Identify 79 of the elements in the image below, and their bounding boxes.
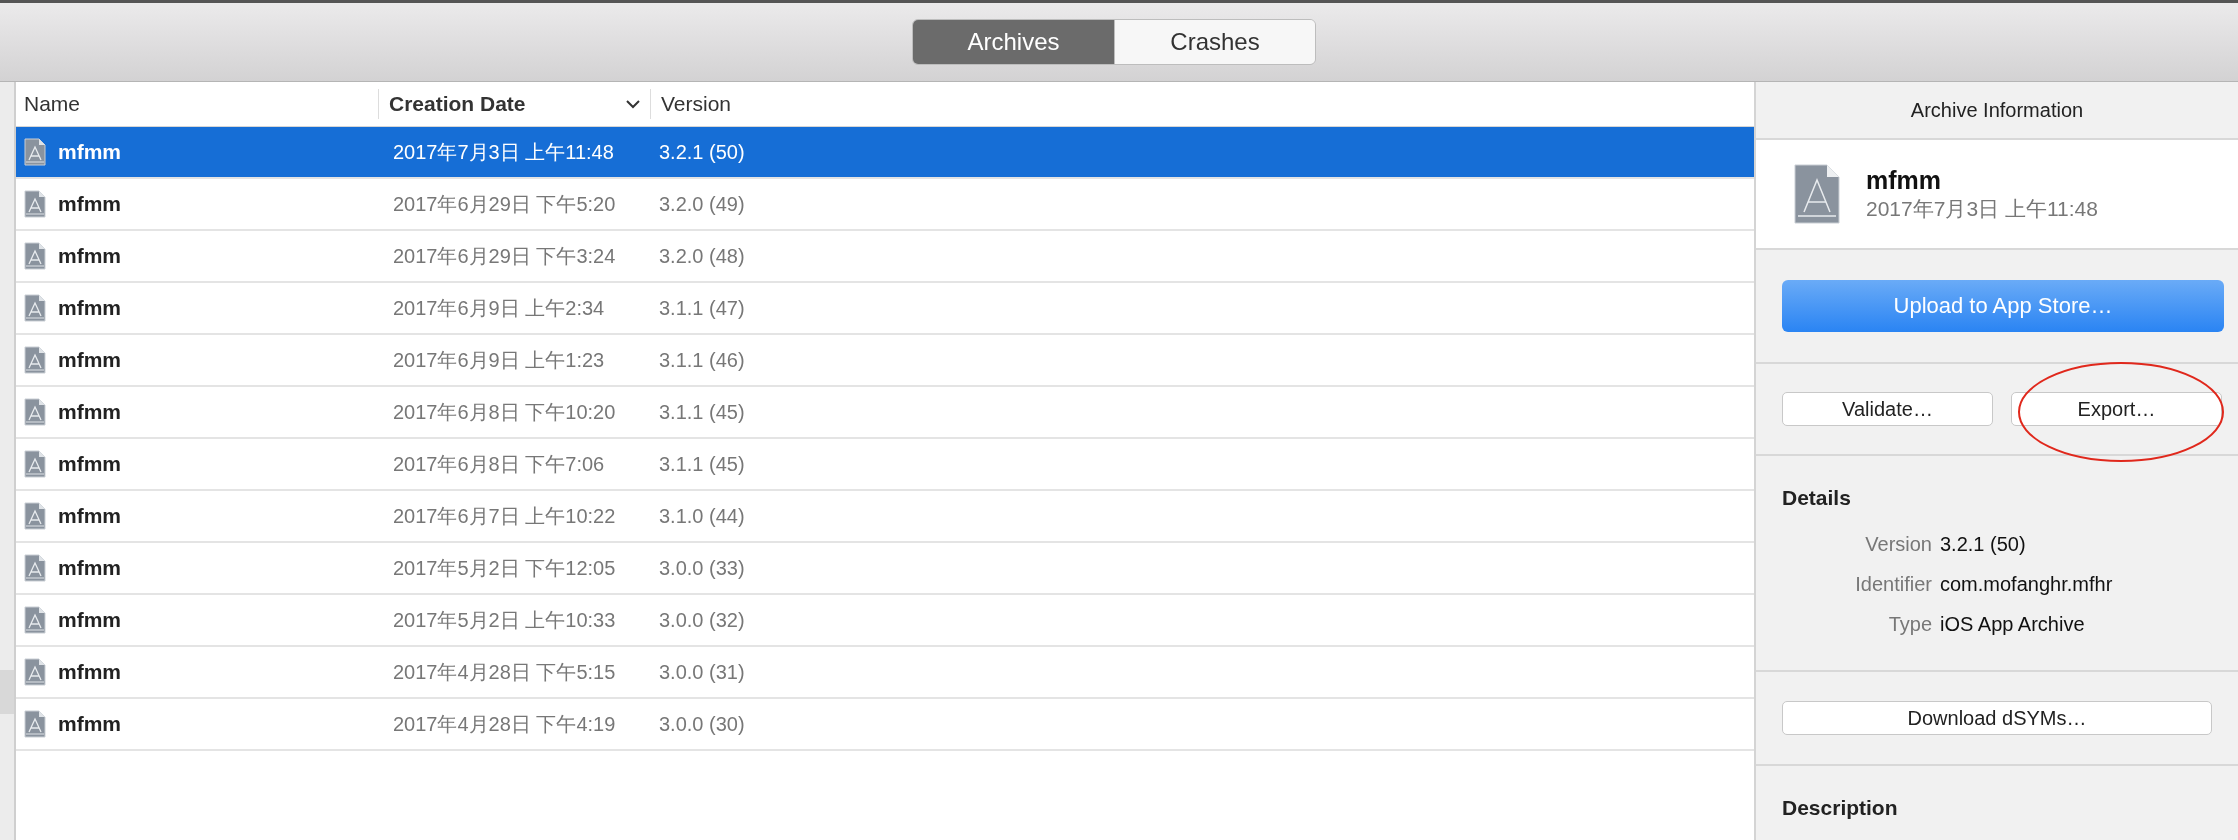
- validate-button[interactable]: Validate…: [1782, 392, 1993, 426]
- archive-file-icon: [24, 398, 46, 426]
- archive-file-icon: [24, 450, 46, 478]
- version-text: 3.1.0 (44): [659, 504, 745, 528]
- table-row[interactable]: mfmm 2017年5月2日 下午12:05 3.0.0 (33): [16, 543, 1754, 595]
- archive-name: mfmm: [58, 556, 121, 580]
- section-heading: Details: [1782, 486, 1852, 510]
- archive-file-icon: [24, 606, 46, 634]
- version-text: 3.1.1 (45): [659, 400, 745, 424]
- detail-label: Identifier: [1854, 572, 1932, 596]
- archive-name: mfmm: [58, 452, 121, 476]
- table-row[interactable]: mfmm 2017年4月28日 下午4:19 3.0.0 (30): [16, 699, 1754, 751]
- archive-name: mfmm: [58, 660, 121, 684]
- version-text: 3.2.0 (49): [659, 192, 745, 216]
- table-row[interactable]: mfmm 2017年6月8日 下午10:20 3.1.1 (45): [16, 387, 1754, 439]
- creation-date: 2017年5月2日 下午12:05: [393, 555, 616, 581]
- download-dsyms-button[interactable]: Download dSYMs…: [1782, 701, 2212, 735]
- table-row[interactable]: mfmm 2017年6月7日 上午10:22 3.1.0 (44): [16, 491, 1754, 543]
- archive-name: mfmm: [58, 192, 121, 216]
- creation-date: 2017年4月28日 下午5:15: [393, 659, 616, 685]
- table-row[interactable]: mfmm 2017年6月9日 上午2:34 3.1.1 (47): [16, 283, 1754, 335]
- archive-name: mfmm: [58, 608, 121, 632]
- creation-date: 2017年6月8日 下午7:06: [393, 451, 605, 477]
- version-text: 3.0.0 (32): [659, 608, 745, 632]
- version-text: 3.1.1 (46): [659, 348, 745, 372]
- version-text: 3.0.0 (30): [659, 712, 745, 736]
- archive-name: mfmm: [58, 244, 121, 268]
- archive-file-icon: [24, 242, 46, 270]
- version-text: 3.2.1 (50): [659, 140, 745, 164]
- version-text: 3.0.0 (33): [659, 556, 745, 580]
- archive-file-icon: [24, 294, 46, 322]
- archive-file-icon: [24, 658, 46, 686]
- table-row[interactable]: mfmm 2017年6月9日 上午1:23 3.1.1 (46): [16, 335, 1754, 387]
- detail-value: com.mofanghr.mfhr: [1940, 572, 2113, 596]
- archive-file-icon: [24, 554, 46, 582]
- export-button[interactable]: Export…: [2011, 392, 2222, 426]
- archive-name: mfmm: [58, 348, 121, 372]
- table-row[interactable]: mfmm 2017年4月28日 下午5:15 3.0.0 (31): [16, 647, 1754, 699]
- creation-date: 2017年6月9日 上午2:34: [393, 295, 605, 321]
- version-text: 3.0.0 (31): [659, 660, 745, 684]
- creation-date: 2017年7月3日 上午11:48: [393, 139, 614, 165]
- table-row[interactable]: mfmm 2017年7月3日 上午11:48 3.2.1 (50): [16, 127, 1754, 179]
- creation-date: 2017年6月7日 上午10:22: [393, 503, 616, 529]
- archive-name: mfmm: [58, 712, 121, 736]
- archive-file-icon: [24, 138, 46, 166]
- archive-file-icon: [24, 346, 46, 374]
- creation-date: 2017年6月29日 下午5:20: [393, 191, 616, 217]
- creation-date: 2017年5月2日 上午10:33: [393, 607, 616, 633]
- archive-file-icon: [24, 502, 46, 530]
- tab[interactable]: Archives: [913, 20, 1114, 64]
- archive-name: mfmm: [58, 140, 121, 164]
- table-row[interactable]: mfmm 2017年6月8日 下午7:06 3.1.1 (45): [16, 439, 1754, 491]
- table-row[interactable]: mfmm 2017年6月29日 下午5:20 3.2.0 (49): [16, 179, 1754, 231]
- version-text: 3.1.1 (47): [659, 296, 745, 320]
- archive-file-icon: [24, 710, 46, 738]
- section-heading: Description: [1782, 796, 1899, 820]
- detail-label: Type: [1887, 612, 1932, 636]
- table-row[interactable]: mfmm 2017年6月29日 下午3:24 3.2.0 (48): [16, 231, 1754, 283]
- archive-name: mfmm: [58, 504, 121, 528]
- creation-date: 2017年6月8日 下午10:20: [393, 399, 616, 425]
- column-header[interactable]: Creation Date: [379, 89, 651, 119]
- archive-file-icon: [24, 190, 46, 218]
- column-header[interactable]: Name: [16, 89, 379, 119]
- archive-date: 2017年7月3日 上午11:48: [1866, 195, 2098, 222]
- creation-date: 2017年4月28日 下午4:19: [393, 711, 616, 737]
- detail-value: 3.2.1 (50): [1940, 532, 2026, 556]
- archive-name: mfmm: [1866, 165, 1942, 195]
- detail-label: Version: [1864, 532, 1932, 556]
- archive-name: mfmm: [58, 296, 121, 320]
- archive-file-icon: [1794, 164, 1840, 224]
- column-header[interactable]: Version: [651, 89, 742, 119]
- table-row[interactable]: mfmm 2017年5月2日 上午10:33 3.0.0 (32): [16, 595, 1754, 647]
- archive-name: mfmm: [58, 400, 121, 424]
- detail-value: iOS App Archive: [1940, 612, 2085, 636]
- creation-date: 2017年6月29日 下午3:24: [393, 243, 616, 269]
- version-text: 3.1.1 (45): [659, 452, 745, 476]
- creation-date: 2017年6月9日 上午1:23: [393, 347, 605, 373]
- version-text: 3.2.0 (48): [659, 244, 745, 268]
- tab[interactable]: Crashes: [1114, 20, 1315, 64]
